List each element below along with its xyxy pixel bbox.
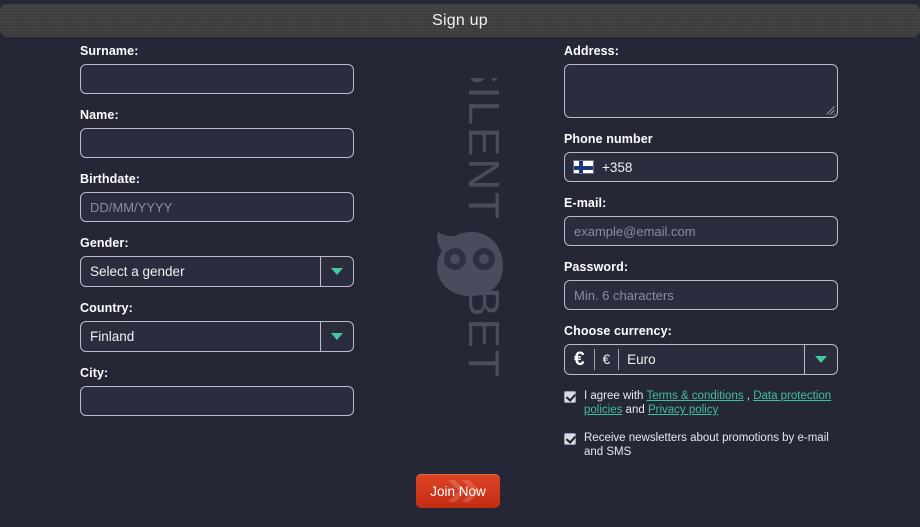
terms-consent-text: I agree with Terms & conditions , Data p…	[584, 389, 838, 417]
submit-button-wrapper: Join Now	[416, 474, 500, 508]
phone-country-code: +358	[602, 160, 632, 175]
terms-conjunction: and	[622, 404, 648, 416]
field-surname: Surname:	[80, 44, 354, 94]
phone-input-group[interactable]: +358	[564, 152, 838, 182]
city-input[interactable]	[80, 386, 354, 416]
birthdate-input[interactable]	[80, 192, 354, 222]
chevron-down-icon	[331, 268, 343, 275]
email-label: E-mail:	[564, 196, 838, 210]
terms-consent-row[interactable]: I agree with Terms & conditions , Data p…	[564, 389, 838, 417]
gender-select-arrow[interactable]	[320, 257, 353, 286]
city-label: City:	[80, 366, 354, 380]
field-currency: Choose currency: € € Euro	[564, 324, 838, 375]
field-country: Country: Finland	[80, 301, 354, 352]
gender-select[interactable]: Select a gender	[80, 256, 354, 287]
privacy-policy-link[interactable]: Privacy policy	[648, 404, 718, 416]
address-label: Address:	[564, 44, 838, 58]
currency-label: Choose currency:	[564, 324, 838, 338]
owl-logo-icon	[437, 232, 503, 296]
email-input[interactable]	[564, 216, 838, 246]
field-phone: Phone number +358	[564, 132, 838, 182]
field-gender: Gender: Select a gender	[80, 236, 354, 287]
country-select-arrow[interactable]	[320, 322, 353, 351]
newsletter-checkbox[interactable]	[564, 433, 576, 445]
address-input[interactable]	[564, 64, 838, 118]
currency-name: Euro	[619, 352, 656, 367]
svg-text:SILENT: SILENT	[459, 78, 508, 221]
gender-select-value: Select a gender	[81, 257, 320, 286]
window-title: Sign up	[432, 12, 488, 30]
join-now-label: Join Now	[430, 484, 486, 499]
silentbet-watermark: SILENT BET	[404, 78, 534, 398]
newsletter-consent-row[interactable]: Receive newsletters about promotions by …	[564, 431, 838, 459]
gender-label: Gender:	[80, 236, 354, 250]
phone-label: Phone number	[564, 132, 838, 146]
currency-symbol-large-icon: €	[574, 350, 594, 369]
birthdate-label: Birthdate:	[80, 172, 354, 186]
terms-separator: ,	[744, 390, 754, 402]
svg-text:BET: BET	[459, 287, 508, 379]
password-input[interactable]	[564, 280, 838, 310]
field-city: City:	[80, 366, 354, 416]
name-label: Name:	[80, 108, 354, 122]
left-form-column: Surname: Name: Birthdate: Gender: Select…	[80, 44, 354, 430]
currency-select-value: € € Euro	[565, 345, 804, 374]
country-label: Country:	[80, 301, 354, 315]
terms-prefix: I agree with	[584, 390, 646, 402]
field-name: Name:	[80, 108, 354, 158]
password-label: Password:	[564, 260, 838, 274]
chevron-down-icon	[815, 356, 827, 363]
field-address: Address:	[564, 44, 838, 118]
surname-label: Surname:	[80, 44, 354, 58]
terms-checkbox[interactable]	[564, 391, 576, 403]
join-now-button[interactable]: Join Now	[416, 474, 500, 508]
right-form-column: Address: Phone number +358 E-mail: Passw…	[564, 44, 838, 459]
country-select[interactable]: Finland	[80, 321, 354, 352]
currency-symbol: €	[595, 352, 619, 367]
terms-conditions-link[interactable]: Terms & conditions	[646, 390, 743, 402]
address-textarea-wrapper	[564, 64, 838, 118]
chevron-down-icon	[331, 333, 343, 340]
country-select-value: Finland	[81, 322, 320, 351]
window-titlebar: Sign up	[0, 4, 920, 37]
currency-select[interactable]: € € Euro	[564, 344, 838, 375]
flag-finland-icon	[573, 160, 594, 174]
name-input[interactable]	[80, 128, 354, 158]
field-password: Password:	[564, 260, 838, 310]
currency-select-arrow[interactable]	[804, 345, 837, 374]
newsletter-consent-text: Receive newsletters about promotions by …	[584, 431, 838, 459]
field-birthdate: Birthdate:	[80, 172, 354, 222]
field-email: E-mail:	[564, 196, 838, 246]
surname-input[interactable]	[80, 64, 354, 94]
